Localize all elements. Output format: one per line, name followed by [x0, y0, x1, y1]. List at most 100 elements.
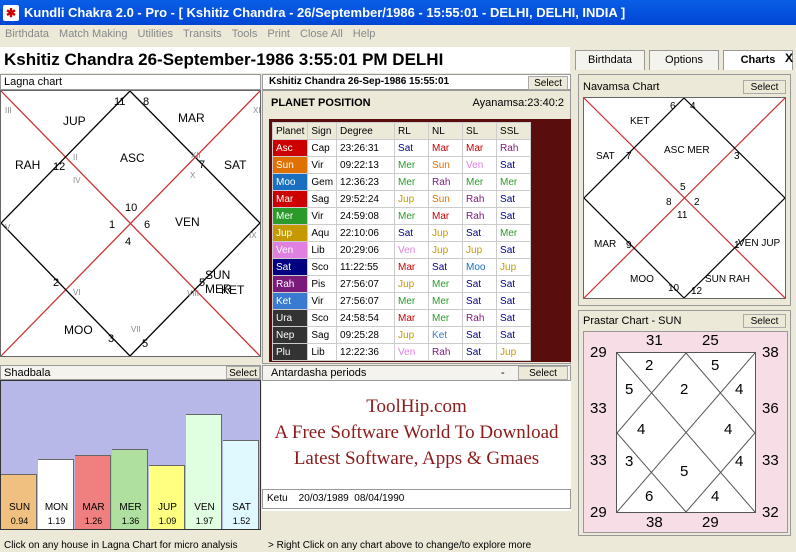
menu-match-making[interactable]: Match Making	[54, 28, 132, 40]
shadbala-bar-value: 1.36	[121, 516, 140, 526]
table-cell: Sat	[496, 207, 532, 225]
column-header: RL	[394, 122, 430, 140]
prastar-chart[interactable]: 2 5 5 2 4 4 4 3 5 4 6 4 31 25 38 29 29 3…	[583, 331, 788, 533]
menu-birthdata[interactable]: Birthdata	[0, 28, 54, 40]
prastar-outer-value: 38	[762, 344, 779, 361]
table-cell: Ura	[271, 309, 309, 327]
table-cell: Mer	[394, 156, 430, 174]
lagna-planet-rah: RAH	[15, 158, 41, 172]
tab-options[interactable]: Options	[649, 50, 719, 70]
table-row[interactable]: Ket Vir 27:56:07 Mer Mer Sat Sat	[271, 292, 532, 310]
navamsa-house-number: 11	[677, 210, 688, 221]
table-cell: Sat	[496, 241, 532, 259]
table-cell: Sat	[428, 258, 464, 276]
lagna-roman-label: XII	[191, 151, 201, 160]
table-cell: Sag	[307, 326, 338, 344]
lagna-house-2: 2	[53, 277, 60, 289]
prastar-outer-value: 31	[646, 332, 663, 349]
menu-help[interactable]: Help	[348, 28, 381, 40]
ayanamsa-value: Ayanamsa:23:40:2	[472, 97, 564, 109]
table-cell: Sat	[394, 139, 430, 157]
table-cell: Mar	[394, 258, 430, 276]
table-cell: Mer	[394, 173, 430, 191]
table-cell: Sat	[496, 156, 532, 174]
table-cell: Sat	[394, 224, 430, 242]
watermark: ToolHip.com A Free Software World To Dow…	[262, 396, 571, 470]
navamsa-chart-lines	[584, 98, 785, 298]
prastar-inner-value: 4	[735, 453, 744, 470]
table-cell: Rah	[462, 190, 498, 208]
table-row[interactable]: Plu Lib 12:22:36 Ven Rah Sat Jup	[271, 343, 532, 361]
table-row[interactable]: Mar Sag 29:52:24 Jup Sun Rah Sat	[271, 190, 532, 208]
lagna-roman-label: V	[5, 223, 11, 232]
table-cell: Jup	[271, 224, 309, 242]
lagna-planet-jup: JUP	[63, 114, 86, 128]
antardasha-select-button[interactable]: Select	[518, 366, 568, 380]
table-cell: Jup	[462, 241, 498, 259]
table-row[interactable]: Ven Lib 20:29:06 Ven Jup Jup Sat	[271, 241, 532, 259]
table-cell: Rah	[428, 173, 464, 191]
menu-transits[interactable]: Transits	[178, 28, 227, 40]
tab-birthdata[interactable]: Birthdata	[575, 50, 645, 70]
table-cell: Lib	[307, 241, 338, 259]
navamsa-chart[interactable]: 6 4 7 3 5 8 2 11 9 1 10 12 KET ASC MER S…	[583, 97, 786, 299]
table-row[interactable]: Asc Cap 23:26:31 Sat Mar Mar Rah	[271, 139, 532, 157]
table-row[interactable]: Sun Vir 09:22:13 Mer Sun Ven Sat	[271, 156, 532, 174]
lagna-planet-sat: SAT	[224, 158, 247, 172]
table-row[interactable]: Nep Sag 09:25:28 Jup Ket Sat Sat	[271, 326, 532, 344]
lagna-roman-label: XI	[253, 106, 261, 115]
prastar-select-button[interactable]: Select	[743, 314, 786, 328]
table-row[interactable]: Jup Aqu 22:10:06 Sat Jup Sat Mer	[271, 224, 532, 242]
table-cell: Ven	[394, 241, 430, 259]
lagna-chart[interactable]: 11 8 12 7 10 1 6 4 2 5 3 5 III II XII XI…	[0, 90, 261, 357]
antardasha-title: Antardasha periods	[271, 367, 367, 379]
menu-close-all[interactable]: Close All	[295, 28, 348, 40]
prastar-inner-value: 5	[625, 381, 634, 398]
table-cell: 24:59:08	[336, 207, 396, 225]
close-icon[interactable]: X	[785, 51, 793, 65]
menu-print[interactable]: Print	[262, 28, 295, 40]
table-row[interactable]: Rah Pis 27:56:07 Jup Mer Sat Sat	[271, 275, 532, 293]
navamsa-house-number: 6	[670, 101, 676, 112]
table-cell: Sat	[462, 326, 498, 344]
table-cell: Sun	[271, 156, 309, 174]
navamsa-select-button[interactable]: Select	[743, 80, 786, 94]
table-cell: Ven	[394, 343, 430, 361]
menu-utilities[interactable]: Utilities	[133, 28, 178, 40]
planet-table-frame: Planet Sign Degree RL NL SL SSL Asc Cap 23:26:31…	[269, 119, 571, 362]
table-cell: Moo	[462, 258, 498, 276]
table-cell: Vir	[307, 156, 338, 174]
table-cell: Sat	[496, 309, 532, 327]
table-cell: Lib	[307, 343, 338, 361]
table-row[interactable]: Ura Sco 24:58:54 Mar Mer Rah Sat	[271, 309, 532, 327]
lagna-planet-moo: MOO	[64, 323, 93, 337]
table-row[interactable]: Mer Vir 24:59:08 Mer Mar Rah Sat	[271, 207, 532, 225]
table-cell: Sat	[462, 343, 498, 361]
prastar-outer-value: 29	[702, 514, 719, 531]
lagna-house-1: 1	[109, 219, 116, 231]
table-cell: 23:26:31	[336, 139, 396, 157]
menu-tools[interactable]: Tools	[227, 28, 263, 40]
table-row[interactable]: Moo Gem 12:36:23 Mer Rah Mer Mer	[271, 173, 532, 191]
prastar-outer-value: 25	[702, 332, 719, 349]
table-cell: Sun	[428, 190, 464, 208]
lagna-planet-mar: MAR	[178, 111, 205, 125]
watermark-line-2: A Free Software World To Download	[274, 422, 559, 443]
prastar-inner-value: 6	[645, 488, 654, 505]
title-bar: ✱ Kundli Chakra 2.0 - Pro - [ Kshitiz Ch…	[0, 0, 796, 25]
table-cell: 27:56:07	[336, 292, 396, 310]
shadbala-title: Shadbala	[4, 367, 51, 379]
prastar-outer-value: 33	[762, 452, 779, 469]
shadbala-select-button[interactable]: Select	[226, 366, 260, 379]
table-cell: Jup	[394, 190, 430, 208]
status-left: Click on any house in Lagna Chart for mi…	[4, 540, 238, 551]
table-row[interactable]: Sat Sco 11:22:55 Mar Sat Moo Jup	[271, 258, 532, 276]
prastar-inner-value: 2	[645, 357, 654, 374]
tab-charts[interactable]: Charts	[723, 50, 793, 70]
lagna-house-10: 10	[125, 202, 138, 214]
planet-box-select-button[interactable]: Select	[528, 76, 568, 90]
column-header: Planet	[271, 122, 309, 140]
table-cell: 24:58:54	[336, 309, 396, 327]
table-cell: Sat	[462, 224, 498, 242]
table-cell: Jup	[394, 326, 430, 344]
